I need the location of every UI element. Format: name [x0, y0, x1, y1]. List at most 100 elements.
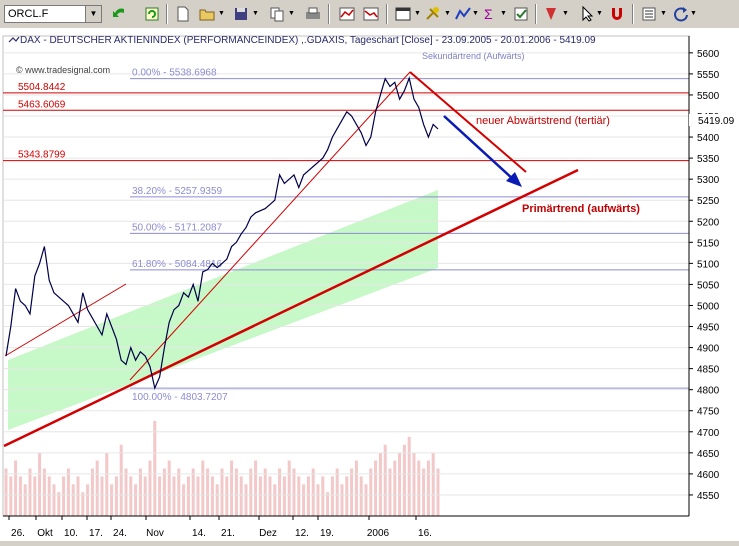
y-tick-label: 4950 [697, 323, 720, 334]
y-tick-label: 4600 [697, 470, 720, 481]
resistance-label: 5463.6069 [18, 99, 66, 110]
volume-bar [282, 476, 286, 516]
list-icon[interactable] [640, 5, 658, 23]
volume-bar [249, 468, 253, 516]
refresh-icon[interactable] [143, 5, 161, 23]
volume-bar [225, 476, 229, 516]
chart-title: DAX - DEUTSCHER AKTIENINDEX (PERFORMANCE… [20, 35, 596, 46]
y-tick-label: 4650 [697, 449, 720, 460]
open-folder-icon[interactable] [198, 5, 216, 23]
y-tick-label: 5600 [697, 49, 720, 60]
formula-icon[interactable]: Σ [482, 5, 500, 23]
new-document-icon[interactable] [174, 5, 192, 23]
volume-bar [354, 460, 358, 516]
volume-bar [158, 476, 162, 516]
volume-bar [335, 468, 339, 516]
volume-bar [119, 444, 123, 516]
undo-arrow-icon[interactable] [110, 5, 128, 23]
volume-bar [402, 444, 406, 516]
volume-bar [407, 436, 411, 516]
volume-bar [378, 452, 382, 516]
volume-bar [105, 452, 109, 516]
tools-icon[interactable] [424, 5, 442, 23]
symbol-dropdown[interactable]: ORCL.F ▼ [4, 5, 102, 23]
volume-bar [383, 444, 387, 516]
volume-bar [206, 468, 210, 516]
copy-icon[interactable] [268, 5, 286, 23]
volume-bar [4, 468, 8, 516]
volume-bar [350, 468, 354, 516]
mark-icon[interactable] [542, 5, 560, 23]
y-tick-label: 5400 [697, 133, 720, 144]
volume-bar [268, 476, 272, 516]
x-tick-label: Okt [37, 528, 53, 539]
print-icon[interactable] [304, 5, 322, 23]
y-tick-label: 5350 [697, 154, 720, 165]
volume-bar [359, 476, 363, 516]
volume-bar [182, 484, 186, 516]
volume-bar [100, 476, 104, 516]
volume-bar [297, 476, 301, 516]
x-tick-label: 24. [113, 528, 127, 539]
y-tick-label: 5150 [697, 238, 720, 249]
fib-label: 100.00% - 4803.7207 [132, 392, 228, 403]
fib-label: 50.00% - 5171.2087 [132, 222, 223, 233]
volume-bar [369, 468, 373, 516]
volume-bar [388, 468, 392, 516]
save-disk-icon[interactable] [232, 5, 250, 23]
volume-bar [138, 468, 142, 516]
volume-bar [278, 468, 282, 516]
volume-bar [230, 460, 234, 516]
secondary-trend-label: Sekundärtrend (Aufwärts) [422, 51, 525, 61]
x-tick-label: 12. [295, 528, 309, 539]
y-tick-label: 5250 [697, 196, 720, 207]
y-tick-label: 4900 [697, 344, 720, 355]
volume-bar [172, 476, 176, 516]
chart-panel: 5504.8442 5463.6069 5343.8799 0.00% - 5538… [0, 28, 739, 541]
x-tick-label: 16. [418, 528, 432, 539]
fib-label: 38.20% - 5257.9359 [132, 186, 223, 197]
volume-bar [38, 452, 42, 516]
x-tick-label: 19. [320, 528, 334, 539]
volume-bar [254, 460, 258, 516]
y-tick-label: 4800 [697, 386, 720, 397]
volume-bar [66, 468, 70, 516]
volume-bar [239, 476, 243, 516]
volume-bar [42, 468, 46, 516]
volume-bar [124, 468, 128, 516]
y-tick-label: 5100 [697, 259, 720, 270]
x-tick-label: 10. [64, 528, 78, 539]
volume-bar [321, 476, 325, 516]
resistance-label: 5343.8799 [18, 150, 66, 161]
x-tick-label: 17. [89, 528, 103, 539]
x-tick-label: Dez [259, 528, 277, 539]
volume-bar [81, 492, 85, 516]
indicator-icon[interactable] [454, 5, 472, 23]
chart-settings-icon[interactable] [8, 36, 20, 43]
y-tick-label: 4750 [697, 407, 720, 418]
chart-arrow-icon[interactable] [362, 5, 380, 23]
chevron-down-icon[interactable]: ▼ [85, 6, 101, 22]
volume-bar [273, 484, 277, 516]
volume-bar [311, 468, 315, 516]
primary-trend-label: Primärtrend (aufwärts) [522, 203, 640, 215]
properties-icon[interactable] [512, 5, 530, 23]
volume-bar [393, 460, 397, 516]
cursor-icon[interactable] [578, 5, 596, 23]
y-tick-label: 5550 [697, 70, 720, 81]
volume-bar [422, 468, 426, 516]
redo-circle-icon[interactable] [672, 5, 690, 23]
magnet-icon[interactable] [608, 5, 626, 23]
volume-bar [412, 452, 416, 516]
volume-bar [215, 484, 219, 516]
y-tick-label: 5300 [697, 175, 720, 186]
volume-bar [95, 460, 99, 516]
volume-bar [177, 468, 181, 516]
volume-bar [18, 476, 22, 516]
y-tick-label: 4550 [697, 491, 720, 502]
window-icon[interactable] [394, 5, 412, 23]
volume-bar [28, 468, 32, 516]
chart-compare-icon[interactable] [338, 5, 356, 23]
volume-bar [220, 468, 224, 516]
price-chart[interactable]: 5504.8442 5463.6069 5343.8799 0.00% - 5538… [0, 28, 739, 541]
